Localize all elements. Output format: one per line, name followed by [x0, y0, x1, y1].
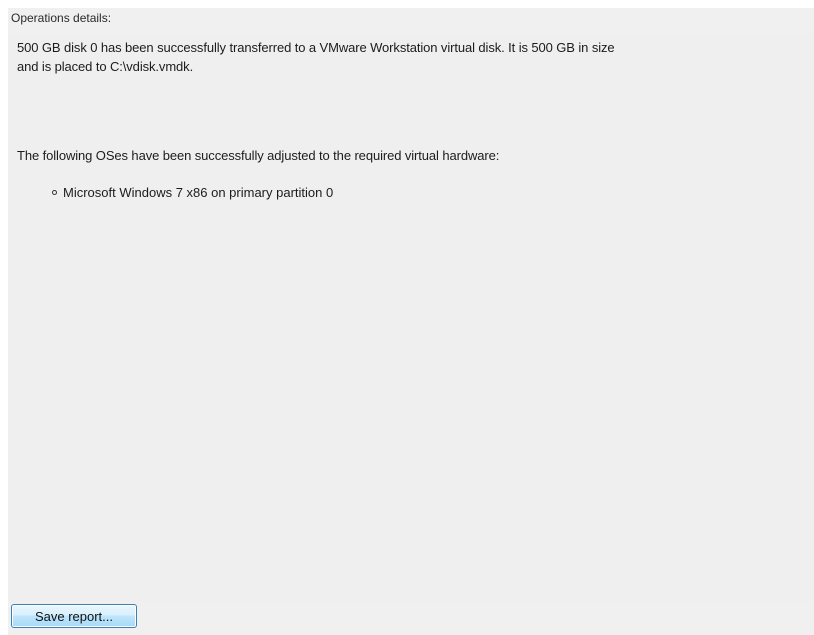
- bullet-icon: [52, 190, 57, 195]
- os-list: Microsoft Windows 7 x86 on primary parti…: [52, 183, 333, 202]
- transfer-result-line-1: 500 GB disk 0 has been successfully tran…: [17, 40, 615, 55]
- os-adjusted-message: The following OSes have been successfull…: [17, 148, 500, 163]
- list-item: Microsoft Windows 7 x86 on primary parti…: [52, 183, 333, 202]
- os-item-label: Microsoft Windows 7 x86 on primary parti…: [63, 185, 334, 200]
- operations-panel: Operations details: 500 GB disk 0 has be…: [8, 8, 814, 635]
- save-report-button[interactable]: Save report...: [11, 604, 137, 628]
- operations-details-area: 500 GB disk 0 has been successfully tran…: [8, 34, 814, 602]
- transfer-result-line-2: and is placed to C:\vdisk.vmdk.: [17, 59, 194, 74]
- operations-details-label: Operations details:: [11, 11, 112, 25]
- transfer-result-text: 500 GB disk 0 has been successfully tran…: [17, 38, 814, 76]
